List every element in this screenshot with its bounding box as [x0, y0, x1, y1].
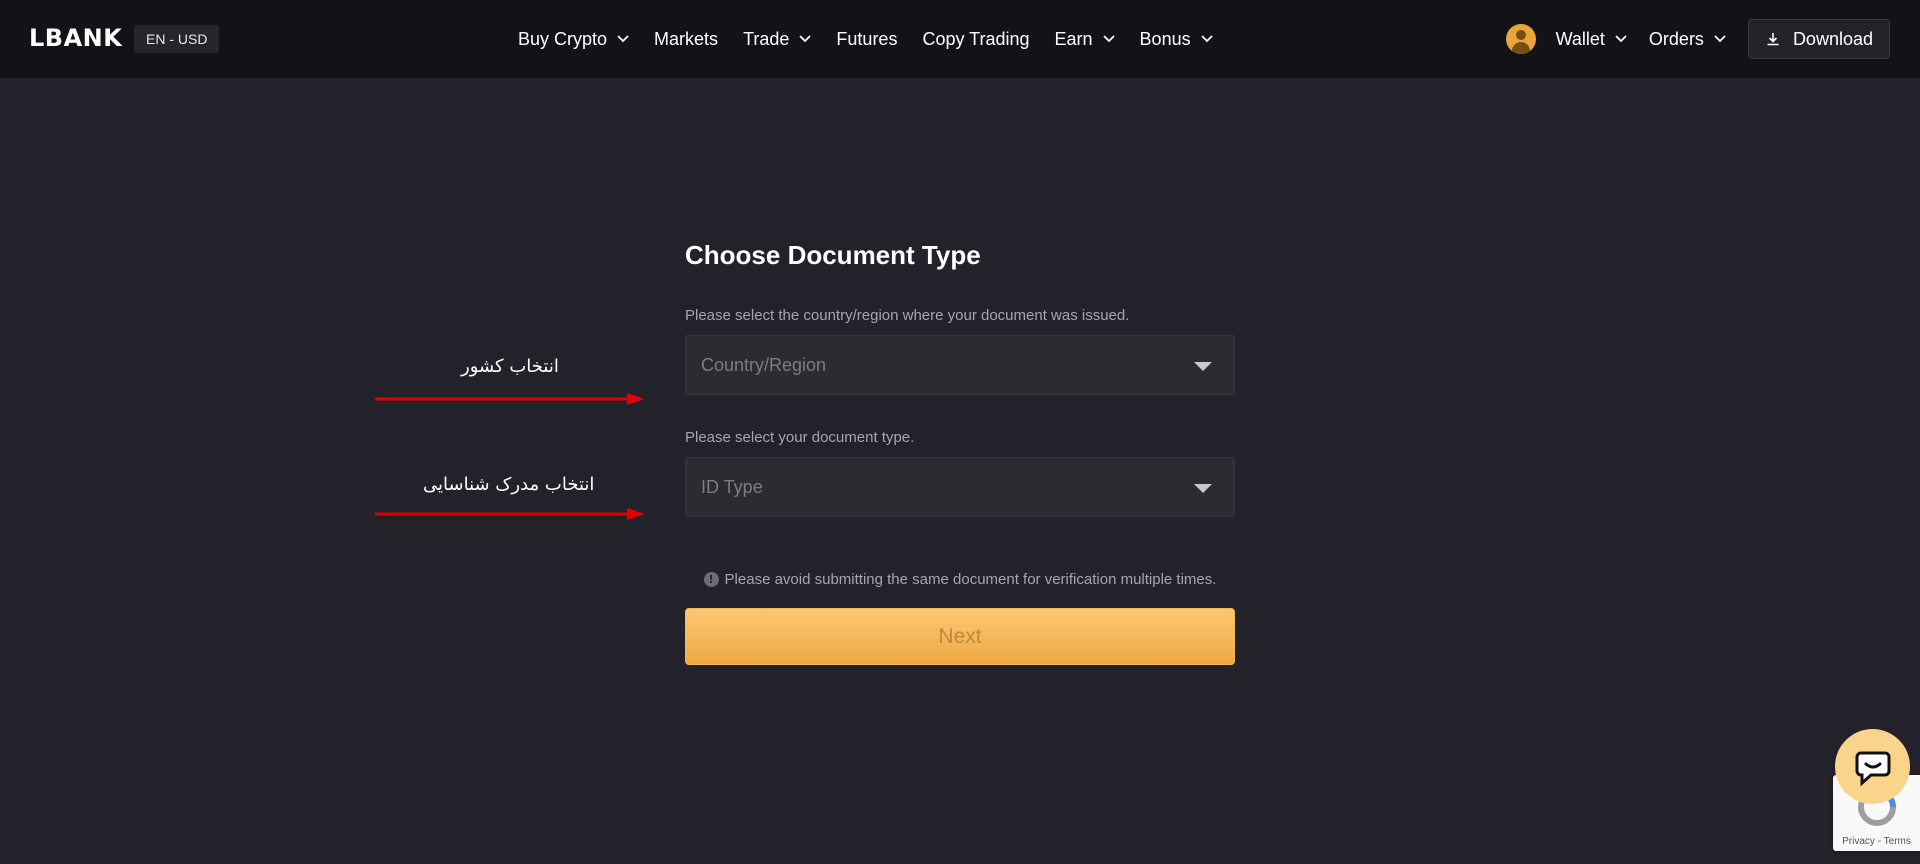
nav-copy-trading-label: Copy Trading — [922, 28, 1030, 49]
chevron-down-icon — [1714, 35, 1726, 43]
country-region-placeholder: Country/Region — [701, 354, 827, 375]
nav-earn-label: Earn — [1054, 28, 1093, 49]
document-type-hint: Please select your document type. — [685, 429, 915, 446]
nav-trade-label: Trade — [743, 28, 790, 49]
wallet-menu[interactable]: Wallet — [1556, 29, 1627, 50]
language-currency-selector[interactable]: EN - USD — [134, 25, 220, 53]
nav-earn[interactable]: Earn — [1055, 29, 1115, 50]
annotation-country-text: انتخاب کشور — [461, 356, 559, 377]
chevron-down-icon — [1200, 35, 1213, 43]
document-type-form: Choose Document Type Please select the c… — [685, 240, 1235, 665]
nav-futures-label: Futures — [836, 28, 898, 49]
user-avatar-icon[interactable] — [1505, 24, 1536, 54]
chevron-down-icon — [1102, 35, 1115, 43]
nav-markets[interactable]: Markets — [654, 29, 718, 50]
orders-label: Orders — [1648, 28, 1704, 49]
annotation-arrow-country — [375, 393, 645, 405]
download-button[interactable]: Download — [1747, 19, 1890, 59]
nav-futures[interactable]: Futures — [836, 29, 897, 50]
next-button[interactable]: Next — [685, 608, 1235, 665]
orders-menu[interactable]: Orders — [1649, 29, 1726, 50]
caret-down-icon — [1194, 484, 1212, 493]
country-hint: Please select the country/region where y… — [685, 307, 1130, 324]
lbank-logo[interactable]: LBANK — [29, 24, 122, 52]
download-label: Download — [1792, 28, 1873, 49]
nav-buy-crypto-label: Buy Crypto — [518, 28, 608, 49]
annotation-document-text: انتخاب مدرک شناسایی — [423, 474, 595, 495]
nav-markets-label: Markets — [654, 28, 719, 49]
nav-buy-crypto[interactable]: Buy Crypto — [518, 29, 629, 50]
notice-text: Please avoid submitting the same documen… — [724, 571, 1217, 588]
account-nav: Wallet Orders Download — [1505, 0, 1890, 78]
chevron-down-icon — [617, 35, 629, 43]
page-title: Choose Document Type — [685, 240, 981, 270]
nav-bonus[interactable]: Bonus — [1140, 29, 1213, 50]
annotation-arrow-document — [375, 508, 645, 520]
recaptcha-privacy-terms[interactable]: Privacy - Terms — [1833, 836, 1920, 847]
id-type-placeholder: ID Type — [701, 476, 763, 497]
nav-trade[interactable]: Trade — [743, 28, 812, 50]
id-type-select[interactable]: ID Type — [685, 457, 1235, 517]
chevron-down-icon — [799, 35, 812, 43]
chat-bubble-icon — [1855, 751, 1890, 786]
nav-bonus-label: Bonus — [1139, 28, 1191, 49]
caret-down-icon — [1194, 362, 1212, 371]
main-nav: Buy Crypto Markets Trade Futures Copy Tr… — [518, 0, 1238, 78]
info-icon: ! — [703, 572, 719, 587]
live-chat-button[interactable] — [1835, 729, 1910, 804]
chevron-down-icon — [1615, 35, 1627, 43]
duplicate-document-notice: ! Please avoid submitting the same docum… — [685, 571, 1235, 588]
country-region-select[interactable]: Country/Region — [685, 335, 1235, 395]
top-navigation-bar: LBANK EN - USD Buy Crypto Markets Trade … — [0, 0, 1920, 78]
wallet-label: Wallet — [1555, 28, 1605, 49]
download-icon — [1767, 33, 1779, 46]
nav-copy-trading[interactable]: Copy Trading — [922, 29, 1029, 50]
